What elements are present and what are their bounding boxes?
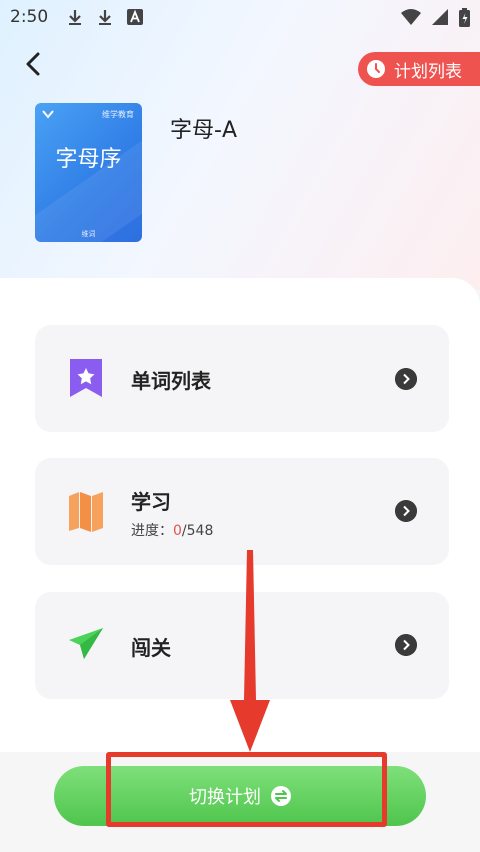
progress-total: /548 xyxy=(181,523,214,539)
study-progress: 进度：0/548 xyxy=(131,520,213,540)
status-time: 2:50 xyxy=(10,7,49,27)
challenge-label: 闯关 xyxy=(131,636,171,660)
status-bar: 2:50 xyxy=(0,0,480,34)
chevron-left-icon xyxy=(26,52,40,76)
book-publisher: 维学教育 xyxy=(102,110,134,119)
download-icon xyxy=(99,10,112,25)
word-list-card[interactable]: 单词列表 xyxy=(35,325,449,432)
annotation-arrow xyxy=(230,550,270,752)
progress-prefix: 进度： xyxy=(131,523,173,539)
chevron-right-icon xyxy=(395,368,417,390)
signal-icon xyxy=(432,9,448,25)
book-title: 字母序 xyxy=(55,147,122,172)
annotation-highlight-box xyxy=(106,752,387,827)
plan-list-button[interactable]: 计划列表 xyxy=(358,52,480,86)
download-icon xyxy=(69,10,82,25)
study-card[interactable]: 学习 进度：0/548 xyxy=(35,458,449,565)
plan-title: 字母-A xyxy=(170,118,237,143)
word-list-label: 单词列表 xyxy=(131,369,211,393)
battery-icon xyxy=(459,7,470,27)
back-button[interactable] xyxy=(20,50,48,78)
font-a-icon xyxy=(127,9,144,25)
book-cover: 维学教育 字母序 维词 xyxy=(35,103,142,242)
chevron-right-icon xyxy=(395,634,417,656)
study-label: 学习 xyxy=(131,490,171,514)
chevron-right-icon xyxy=(395,500,417,522)
paper-plane-icon xyxy=(69,628,103,659)
status-icons-right xyxy=(401,7,470,27)
wifi-icon xyxy=(401,9,421,25)
chevron-down-icon xyxy=(42,110,54,119)
bookmark-star-icon xyxy=(70,359,102,397)
progress-done: 0 xyxy=(173,523,182,539)
clock-icon xyxy=(367,60,385,78)
plan-list-label: 计划列表 xyxy=(394,61,462,82)
map-icon xyxy=(69,492,103,532)
book-footer: 维词 xyxy=(81,230,96,238)
